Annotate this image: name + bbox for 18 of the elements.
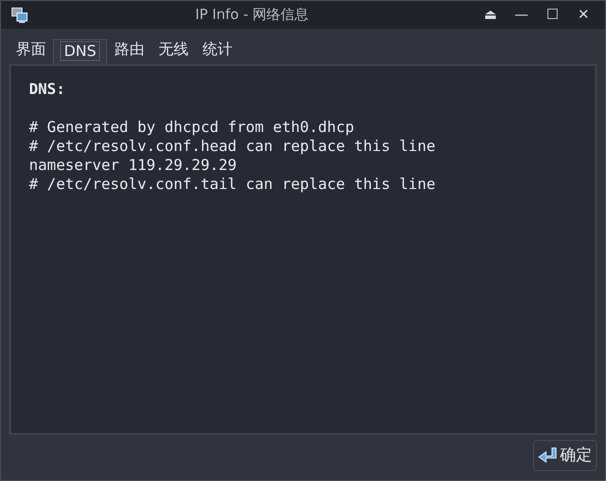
- tab[interactable]: 路由: [107, 37, 152, 64]
- tab[interactable]: 界面: [9, 37, 53, 64]
- tab[interactable]: 无线: [151, 37, 196, 64]
- tab[interactable]: 统计: [195, 37, 240, 64]
- enter-arrow-icon: [538, 446, 558, 464]
- section-heading: DNS:: [29, 80, 66, 99]
- text-line: nameserver 119.29.29.29: [29, 156, 237, 175]
- tab[interactable]: DNS: [53, 39, 108, 64]
- text-line: # /etc/resolv.conf.head can replace this line: [29, 137, 436, 156]
- text-line: # /etc/resolv.conf.tail can replace this line: [29, 175, 436, 194]
- maximize-button[interactable]: ☐: [537, 7, 568, 23]
- text-line: # Generated by dhcpcd from eth0.dhcp: [29, 118, 354, 137]
- close-button[interactable]: ✕: [568, 7, 599, 23]
- eject-button[interactable]: ⏏: [475, 7, 506, 23]
- ok-button[interactable]: 确定: [533, 440, 597, 471]
- minimize-button[interactable]: —: [506, 7, 537, 23]
- window-title: IP Info - 网络信息: [194, 6, 310, 24]
- network-icon: [11, 7, 29, 23]
